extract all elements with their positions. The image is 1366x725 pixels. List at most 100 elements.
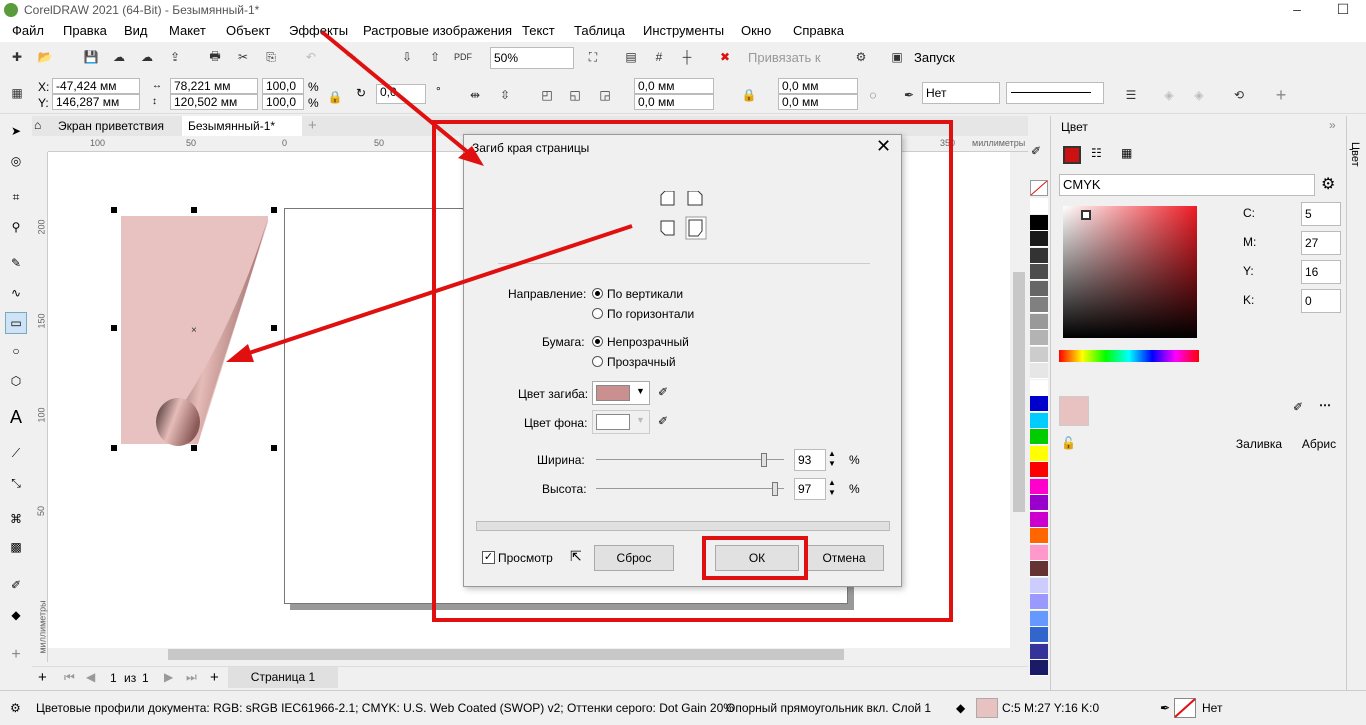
fill-swatch[interactable] bbox=[976, 698, 998, 718]
docker-settings-icon[interactable]: ⚙ bbox=[1321, 174, 1335, 194]
redo-icon[interactable]: ↷ bbox=[340, 46, 362, 68]
minimize-button[interactable]: – bbox=[1274, 0, 1320, 20]
palette-swatch[interactable] bbox=[1030, 561, 1048, 577]
corner-radius-4[interactable]: 0,0 мм bbox=[778, 94, 858, 110]
height-field[interactable]: 120,502 мм bbox=[170, 94, 258, 110]
next-page-icon[interactable]: ▶ bbox=[164, 670, 173, 684]
snap-to-dropdown[interactable]: Привязать к bbox=[748, 50, 821, 65]
rotation-field[interactable]: 0,0 bbox=[376, 84, 426, 104]
corner-lock-icon[interactable]: 🔒 bbox=[738, 84, 760, 106]
to-back-icon[interactable]: ◈ bbox=[1188, 84, 1210, 106]
zoom-select[interactable]: 50% bbox=[490, 47, 574, 69]
lock-ratio-icon[interactable]: 🔒 bbox=[324, 86, 346, 108]
vscroll-thumb[interactable] bbox=[1013, 272, 1025, 512]
settings-gear-icon[interactable]: ⚙ bbox=[10, 701, 21, 715]
color-sliders-icon[interactable]: ☷ bbox=[1091, 146, 1102, 160]
reference-point-icon[interactable]: ▦ bbox=[6, 82, 28, 104]
palette-swatch[interactable] bbox=[1030, 511, 1048, 528]
fill-button[interactable]: Заливка bbox=[1231, 432, 1287, 458]
pdf-icon[interactable]: PDF bbox=[452, 46, 474, 68]
crop-tool-icon[interactable]: ⌗ bbox=[5, 186, 27, 208]
color-palettes-icon[interactable]: ▦ bbox=[1121, 146, 1132, 160]
palette-swatch[interactable] bbox=[1030, 280, 1048, 297]
menu-edit[interactable]: Правка bbox=[63, 23, 107, 38]
palette-swatch[interactable] bbox=[1030, 346, 1048, 363]
no-outline-icon[interactable] bbox=[1174, 698, 1196, 718]
menu-table[interactable]: Таблица bbox=[574, 23, 625, 38]
text-tool-icon[interactable]: A bbox=[5, 406, 27, 428]
launch-dropdown[interactable]: Запуск bbox=[914, 50, 955, 65]
text-wrap-icon[interactable]: ☰ bbox=[1120, 84, 1142, 106]
side-tab-color[interactable]: Цвет bbox=[1349, 142, 1361, 167]
palette-swatch[interactable] bbox=[1030, 264, 1048, 280]
dimension-tool-icon[interactable]: ⟋ bbox=[5, 442, 27, 464]
menu-tools[interactable]: Инструменты bbox=[643, 23, 724, 38]
line-style-select[interactable] bbox=[1006, 82, 1104, 104]
relative-scaling-icon[interactable]: ◌ bbox=[862, 84, 884, 106]
scallop-corner-icon[interactable]: ◱ bbox=[564, 84, 586, 106]
palette-swatch[interactable] bbox=[1030, 610, 1048, 627]
corner-radius-1[interactable]: 0,0 мм bbox=[634, 78, 714, 94]
no-snap-icon[interactable]: ✖ bbox=[714, 46, 736, 68]
menu-effects[interactable]: Эффекты bbox=[289, 23, 348, 38]
copy-icon[interactable]: ⎘ bbox=[260, 46, 282, 68]
prev-page-icon[interactable]: ◀ bbox=[86, 670, 95, 684]
palette-swatch[interactable] bbox=[1030, 313, 1048, 330]
eyedropper-tool-icon[interactable]: ✐ bbox=[5, 574, 27, 596]
palette-swatch[interactable] bbox=[1030, 429, 1048, 445]
freehand-tool-icon[interactable]: ✎ bbox=[5, 252, 27, 274]
vertical-scrollbar[interactable] bbox=[1010, 152, 1028, 650]
palette-swatch[interactable] bbox=[1030, 379, 1048, 396]
interactive-fill-icon[interactable]: ◆ bbox=[5, 604, 27, 626]
color-picker-area[interactable] bbox=[1063, 206, 1197, 338]
palette-swatch[interactable] bbox=[1030, 330, 1048, 346]
transparency-tool-icon[interactable]: ▩ bbox=[5, 536, 27, 558]
color-lock-icon[interactable]: 🔓 bbox=[1061, 436, 1076, 450]
new-document-icon[interactable]: ✚ bbox=[6, 46, 28, 68]
palette-swatch[interactable] bbox=[1030, 396, 1048, 412]
round-corner-icon[interactable]: ◰ bbox=[536, 84, 558, 106]
cut-icon[interactable]: ✂ bbox=[232, 46, 254, 68]
corner-radius-3[interactable]: 0,0 мм bbox=[778, 78, 858, 94]
options-gear-icon[interactable]: ⚙ bbox=[850, 46, 872, 68]
add-page-icon[interactable]: + bbox=[38, 669, 47, 686]
ellipse-tool-icon[interactable]: ○ bbox=[5, 340, 27, 362]
palette-swatch[interactable] bbox=[1030, 297, 1048, 313]
menu-object[interactable]: Объект bbox=[226, 23, 270, 38]
tab-document[interactable]: Безымянный-1* bbox=[182, 116, 302, 136]
color-picker-handle[interactable] bbox=[1081, 210, 1091, 220]
scale-y-field[interactable]: 100,0 bbox=[262, 94, 304, 110]
palette-swatch[interactable] bbox=[1030, 544, 1048, 561]
last-page-icon[interactable]: ⏭ bbox=[186, 670, 197, 685]
palette-swatch[interactable] bbox=[1030, 478, 1048, 495]
rulers-icon[interactable]: ▤ bbox=[620, 46, 642, 68]
artistic-media-icon[interactable]: ∿ bbox=[5, 282, 27, 304]
y-position-field[interactable]: 146,287 мм bbox=[52, 94, 140, 110]
outline-button[interactable]: Абрис bbox=[1291, 432, 1347, 458]
palette-swatch[interactable] bbox=[1030, 247, 1048, 264]
first-page-icon[interactable]: ⏮ bbox=[64, 670, 75, 685]
palette-swatch[interactable] bbox=[1030, 412, 1048, 429]
palette-swatch[interactable] bbox=[1030, 363, 1048, 379]
freehand-pick-icon[interactable]: ◎ bbox=[5, 150, 27, 172]
new-tab-icon[interactable]: + bbox=[308, 117, 317, 134]
menu-file[interactable]: Файл bbox=[12, 23, 44, 38]
add-page-after-icon[interactable]: + bbox=[210, 669, 219, 686]
palette-swatch[interactable] bbox=[1030, 462, 1048, 478]
undo-icon[interactable]: ↶ bbox=[300, 46, 322, 68]
save-icon[interactable]: 💾 bbox=[80, 46, 102, 68]
zoom-tool-icon[interactable]: ⚲ bbox=[5, 216, 27, 238]
menu-bitmaps[interactable]: Растровые изображения bbox=[363, 23, 512, 38]
page-tab[interactable]: Страница 1 bbox=[228, 667, 338, 688]
horizontal-scrollbar[interactable] bbox=[48, 648, 1010, 662]
rectangle-tool-icon[interactable]: ▭ bbox=[5, 312, 27, 334]
k-field[interactable]: 0 bbox=[1301, 289, 1341, 313]
chamfer-corner-icon[interactable]: ◲ bbox=[594, 84, 616, 106]
grid-icon[interactable]: # bbox=[648, 46, 670, 68]
mirror-horizontal-icon[interactable]: ⇹ bbox=[464, 84, 486, 106]
menu-view[interactable]: Вид bbox=[124, 23, 148, 38]
color-viewers-icon[interactable] bbox=[1063, 146, 1081, 164]
outline-width-select[interactable]: Нет bbox=[922, 82, 1000, 104]
add-tool-icon[interactable]: + bbox=[5, 644, 27, 666]
docker-expand-icon[interactable]: » bbox=[1329, 118, 1336, 132]
